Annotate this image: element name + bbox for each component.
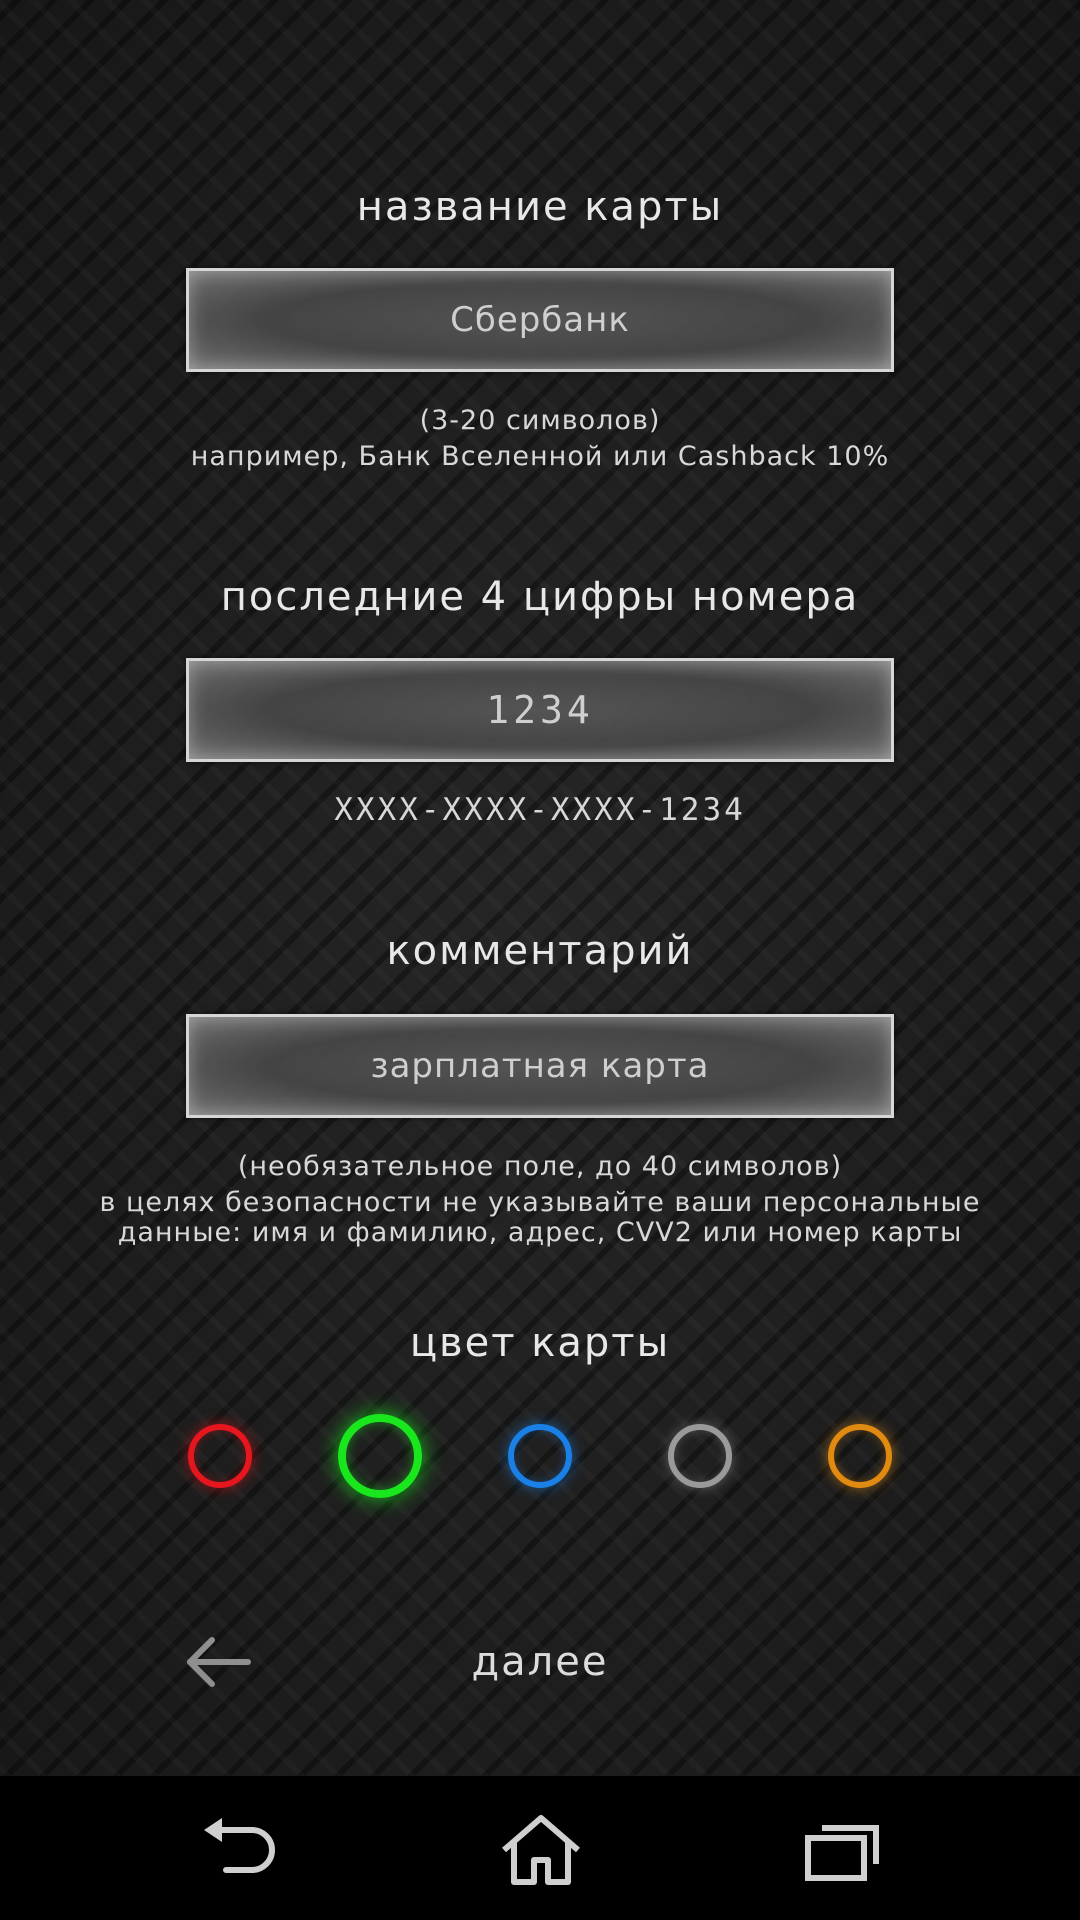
- comment-hint-security-1: в целях безопасности не указывайте ваши …: [99, 1187, 981, 1218]
- add-card-screen: название карты Сбербанк (3-20 символов) …: [0, 0, 1080, 1776]
- comment-field[interactable]: зарплатная карта: [186, 1014, 894, 1118]
- color-option-orange[interactable]: [828, 1424, 892, 1488]
- card-name-hint-length: (3-20 символов): [419, 405, 661, 436]
- comment-label: комментарий: [386, 928, 694, 974]
- card-name-field[interactable]: Сбербанк: [186, 268, 894, 372]
- system-back-button[interactable]: [196, 1812, 286, 1888]
- recents-icon: [805, 1825, 879, 1881]
- card-color-label: цвет карты: [409, 1320, 671, 1366]
- card-name-hint-example: например, Банк Вселенной или Cashback 10…: [190, 441, 890, 472]
- back-icon: [204, 1818, 275, 1873]
- arrow-left-icon: [187, 1637, 251, 1687]
- system-navigation-bar: [0, 1776, 1080, 1920]
- last-digits-field[interactable]: 1234: [186, 658, 894, 762]
- color-option-blue[interactable]: [508, 1424, 572, 1488]
- comment-hint-optional: (необязательное поле, до 40 символов): [237, 1151, 843, 1182]
- system-home-button[interactable]: [496, 1812, 586, 1888]
- color-picker: [0, 1400, 1080, 1520]
- color-option-gray[interactable]: [668, 1424, 732, 1488]
- back-arrow-button[interactable]: [184, 1632, 254, 1692]
- system-recents-button[interactable]: [800, 1812, 890, 1888]
- color-option-green[interactable]: [338, 1414, 422, 1498]
- card-name-label: название карты: [356, 184, 724, 230]
- last-digits-label: последние 4 цифры номера: [220, 574, 860, 620]
- home-icon: [502, 1815, 580, 1885]
- color-option-red[interactable]: [188, 1424, 252, 1488]
- comment-hint-security-2: данные: имя и фамилию, адрес, CVV2 или н…: [117, 1217, 963, 1248]
- next-button[interactable]: далее: [440, 1630, 640, 1694]
- masked-card-number: XXXX-XXXX-XXXX-1234: [334, 792, 746, 828]
